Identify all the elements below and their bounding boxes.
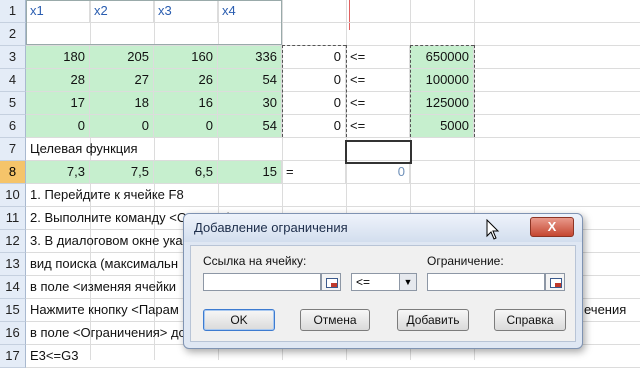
copy-marquee <box>282 45 346 46</box>
cell-ref-label: Ссылка на ячейку: <box>203 254 307 268</box>
cell-a12[interactable]: 3. В диалоговом окне ука <box>26 230 186 252</box>
add-constraint-dialog: Добавление ограничения X Ссылка на ячейк… <box>183 213 583 349</box>
mouse-cursor-icon <box>486 219 500 240</box>
sheet-row-5: 17 18 16 30 0 <= 125000 <box>26 92 640 115</box>
operator-select[interactable]: <= ▼ <box>351 273 417 291</box>
range-select-arrow-icon <box>555 283 561 287</box>
row-header[interactable]: 5 <box>0 92 26 115</box>
constraint-collapse-button[interactable] <box>545 273 565 291</box>
cell-b8[interactable]: 7,5 <box>90 161 154 183</box>
copy-marquee <box>410 45 411 137</box>
cell-a6[interactable]: 0 <box>26 115 90 137</box>
sheet-row-4: 28 27 26 54 0 <= 100000 <box>26 69 640 92</box>
row-header[interactable]: 2 <box>0 23 26 46</box>
constraint-input[interactable] <box>427 273 545 291</box>
cell-e4[interactable]: 0 <box>282 69 346 91</box>
sheet-row-8: 7,3 7,5 6,5 15 = 0 <box>26 161 640 184</box>
dialog-body: Ссылка на ячейку: <= ▼ Ограничение: OK О… <box>190 245 576 342</box>
cell-g5[interactable]: 125000 <box>410 92 474 114</box>
row-header[interactable]: 12 <box>0 230 26 253</box>
cell-a7[interactable]: Целевая функция <box>26 138 206 160</box>
cell-e6[interactable]: 0 <box>282 115 346 137</box>
cell-c3[interactable]: 160 <box>154 46 218 68</box>
dialog-title: Добавление ограничения <box>194 220 348 235</box>
copy-marquee <box>410 45 474 46</box>
cell-d6[interactable]: 54 <box>218 115 282 137</box>
cell-f8[interactable]: 0 <box>346 161 410 183</box>
cell-c4[interactable]: 26 <box>154 69 218 91</box>
cell-a5[interactable]: 17 <box>26 92 90 114</box>
row-header[interactable]: 14 <box>0 276 26 299</box>
cell-a4[interactable]: 28 <box>26 69 90 91</box>
row-header[interactable]: 11 <box>0 207 26 230</box>
sheet-row-7: Целевая функция <box>26 138 640 161</box>
cell-f4[interactable]: <= <box>346 69 410 91</box>
cell-a10[interactable]: 1. Перейдите к ячейке F8 <box>26 184 386 206</box>
sheet-row-6: 0 0 0 54 0 <= 5000 <box>26 115 640 138</box>
row-header[interactable]: 10 <box>0 184 26 207</box>
dialog-titlebar[interactable]: Добавление ограничения X <box>184 214 582 242</box>
sheet-row-10: 1. Перейдите к ячейке F8 <box>26 184 640 207</box>
cell-e3[interactable]: 0 <box>282 46 346 68</box>
cell-b5[interactable]: 18 <box>90 92 154 114</box>
range-select-arrow-icon <box>331 283 337 287</box>
cell-a8[interactable]: 7,3 <box>26 161 90 183</box>
cell-f6[interactable]: <= <box>346 115 410 137</box>
cell-ref-input[interactable] <box>203 273 321 291</box>
row-header[interactable]: 4 <box>0 69 26 92</box>
cell-e8[interactable]: = <box>282 161 346 183</box>
copy-marquee <box>474 45 475 137</box>
sheet-row-3: 180 205 160 336 0 <= 650000 <box>26 46 640 69</box>
cell-a17[interactable]: E3<=G3 <box>26 345 186 367</box>
row-header[interactable]: 7 <box>0 138 26 161</box>
variables-range-border <box>26 0 282 45</box>
cell-c5[interactable]: 16 <box>154 92 218 114</box>
ok-button[interactable]: OK <box>203 309 275 331</box>
cell-g4[interactable]: 100000 <box>410 69 474 91</box>
cell-f3[interactable]: <= <box>346 46 410 68</box>
cell-f5[interactable]: <= <box>346 92 410 114</box>
help-button[interactable]: Справка <box>494 309 566 331</box>
cell-g6[interactable]: 5000 <box>410 115 474 137</box>
row-header[interactable]: 1 <box>0 0 26 23</box>
row-header[interactable]: 16 <box>0 322 26 345</box>
cell-d4[interactable]: 54 <box>218 69 282 91</box>
row-header[interactable]: 6 <box>0 115 26 138</box>
cell-g3[interactable]: 650000 <box>410 46 474 68</box>
cell-c8[interactable]: 6,5 <box>154 161 218 183</box>
row-header[interactable]: 3 <box>0 46 26 69</box>
copy-marquee <box>282 45 283 137</box>
copy-marquee <box>346 45 347 137</box>
cell-ref-collapse-button[interactable] <box>321 273 341 291</box>
cell-d8[interactable]: 15 <box>218 161 282 183</box>
cell-overflow-text[interactable]: ечения <box>580 299 640 321</box>
cell-a14[interactable]: в поле <изменяя ячейки <box>26 276 186 298</box>
cell-b4[interactable]: 27 <box>90 69 154 91</box>
active-cell-border <box>345 140 412 164</box>
row-header[interactable]: 17 <box>0 345 26 368</box>
cell-a16[interactable]: в поле <Ограничения> до <box>26 322 186 344</box>
row-header[interactable]: 15 <box>0 299 26 322</box>
add-button[interactable]: Добавить <box>397 309 469 331</box>
constraint-label: Ограничение: <box>427 254 504 268</box>
row-header[interactable]: 13 <box>0 253 26 276</box>
row-header-selected[interactable]: 8 <box>0 161 26 184</box>
cell-d3[interactable]: 336 <box>218 46 282 68</box>
chevron-down-icon[interactable]: ▼ <box>399 274 416 290</box>
cell-b3[interactable]: 205 <box>90 46 154 68</box>
cell-a13[interactable]: вид поиска (максимальн <box>26 253 186 275</box>
cell-d5[interactable]: 30 <box>218 92 282 114</box>
cell-e5[interactable]: 0 <box>282 92 346 114</box>
cancel-button[interactable]: Отмена <box>300 309 370 331</box>
operator-value: <= <box>356 275 371 289</box>
close-button[interactable]: X <box>530 217 574 237</box>
cell-b6[interactable]: 0 <box>90 115 154 137</box>
cell-a15[interactable]: Нажмите кнопку <Парам <box>26 299 186 321</box>
cell-c6[interactable]: 0 <box>154 115 218 137</box>
cell-a3[interactable]: 180 <box>26 46 90 68</box>
